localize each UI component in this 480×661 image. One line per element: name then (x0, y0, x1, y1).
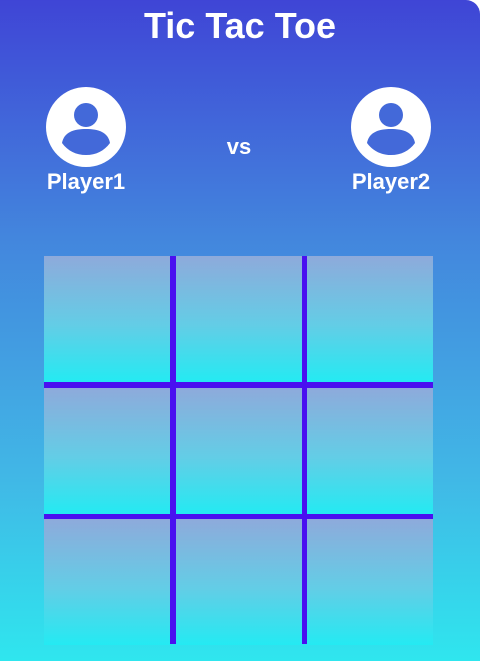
game-title: Tic Tac Toe (143, 5, 337, 46)
board-cell[interactable] (307, 256, 433, 382)
board-cell[interactable] (307, 387, 433, 514)
board-cell[interactable] (175, 519, 302, 645)
board-cell[interactable] (44, 256, 170, 382)
user-avatar-icon (351, 87, 431, 167)
board-cell[interactable] (175, 387, 302, 514)
board-cell[interactable] (44, 519, 170, 645)
player-one-name: Player1 (46, 169, 126, 194)
game-screen: Tic Tac Toe Player1 vs Player2 (0, 0, 480, 661)
player-one: Player1 (36, 87, 136, 195)
board-cell[interactable] (44, 387, 170, 514)
user-avatar-icon (46, 87, 126, 167)
board-cell[interactable] (307, 519, 433, 645)
game-board (44, 256, 433, 645)
versus-label: vs (226, 134, 252, 159)
player-two: Player2 (341, 87, 441, 195)
board-cell[interactable] (175, 256, 302, 382)
player-two-name: Player2 (351, 169, 431, 194)
